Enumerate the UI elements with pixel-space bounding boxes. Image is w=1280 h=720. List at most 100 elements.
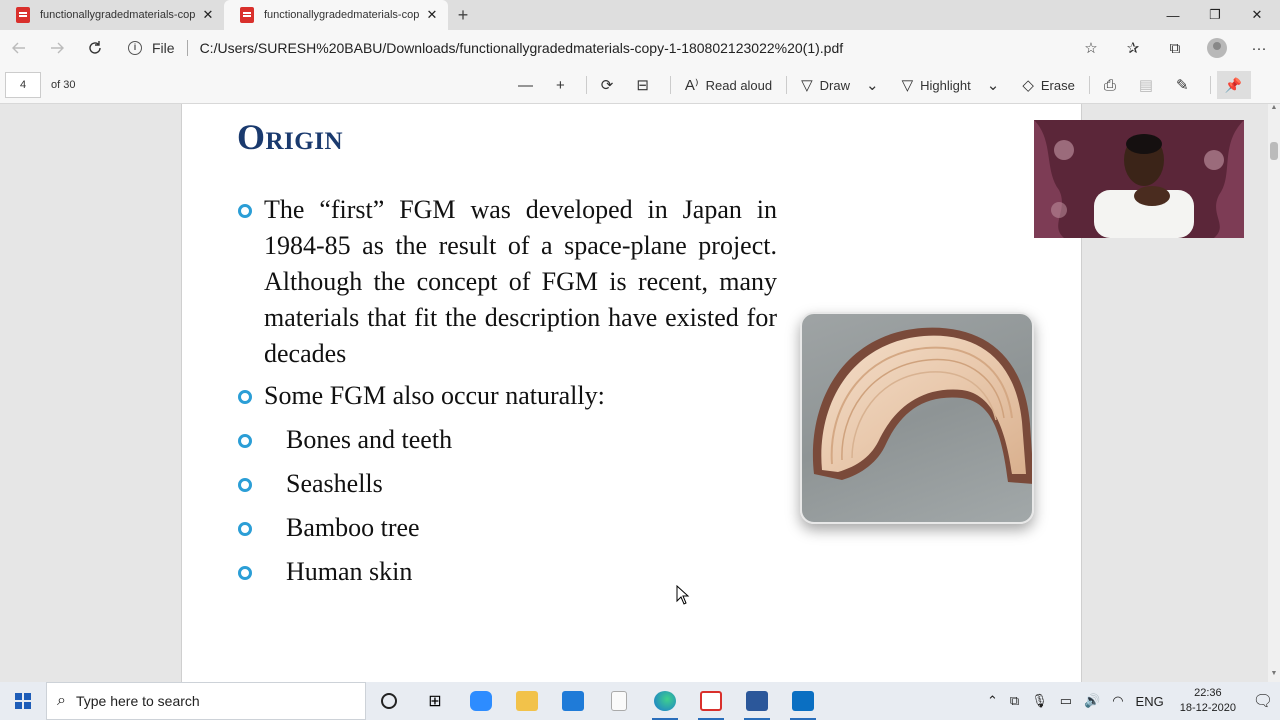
restore-button[interactable]: ❐: [1194, 0, 1236, 30]
volume-icon[interactable]: 🔊: [1078, 693, 1106, 709]
tab-close-icon[interactable]: ✕: [200, 7, 216, 23]
scroll-thumb[interactable]: [1270, 142, 1278, 160]
draw-dropdown[interactable]: ⌄: [858, 66, 894, 104]
vertical-scrollbar[interactable]: ▲ ▼: [1268, 104, 1280, 682]
list-item: Some FGM also occur naturally:: [237, 378, 777, 414]
divider: [186, 40, 188, 56]
zoom-app-button[interactable]: [458, 682, 504, 720]
microphone-icon[interactable]: 🎙: [1025, 693, 1054, 709]
clock[interactable]: 22:36 18-12-2020: [1170, 686, 1246, 716]
erase-label: Erase: [1040, 77, 1075, 93]
meet-now-icon[interactable]: ⧉: [1004, 693, 1025, 709]
bullet-list: The “first” FGM was developed in Japan i…: [237, 192, 777, 590]
chevron-down-icon: ⌄: [866, 77, 879, 94]
refresh-button[interactable]: [76, 30, 114, 66]
fit-page-button[interactable]: ⊟: [628, 66, 664, 104]
task-view-button[interactable]: ⊞: [412, 682, 458, 720]
save-button[interactable]: ▤: [1131, 66, 1168, 104]
back-button[interactable]: [0, 30, 38, 66]
bullet-text: Bamboo tree: [286, 513, 420, 542]
bullet-icon: [238, 434, 252, 448]
more-menu-icon[interactable]: ···: [1238, 40, 1280, 57]
folder-icon: [516, 691, 538, 711]
highlight-dropdown[interactable]: ⌄: [979, 66, 1015, 104]
draw-label: Draw: [819, 77, 851, 93]
task-view-icon: ⊞: [428, 693, 442, 710]
address-bar: i File C:/Users/SURESH%20BABU/Downloads/…: [0, 30, 1280, 66]
wifi-icon[interactable]: ◠: [1106, 693, 1129, 709]
divider: [1209, 76, 1211, 94]
rotate-button[interactable]: ⟳: [593, 66, 629, 104]
bullet-icon: [238, 522, 252, 536]
language-indicator[interactable]: ENG: [1130, 694, 1170, 709]
taskbar-search[interactable]: ⌕ Type here to search: [46, 682, 366, 720]
pin-toolbar-button[interactable]: 📌: [1216, 71, 1251, 99]
tab-2[interactable]: functionallygradedmaterials-cop ✕: [224, 0, 448, 30]
tab-close-icon[interactable]: ✕: [424, 7, 440, 23]
divider: [786, 76, 788, 94]
fgm-sample-image: [800, 312, 1034, 524]
notepad-button[interactable]: [596, 682, 642, 720]
read-aloud-icon: A⁾: [684, 77, 699, 94]
start-button[interactable]: [0, 682, 46, 720]
draw-button[interactable]: ▽ Draw: [793, 66, 858, 104]
new-tab-button[interactable]: +: [448, 0, 478, 30]
edge-button[interactable]: [642, 682, 688, 720]
page-total: of 30: [51, 78, 76, 91]
mail-button[interactable]: [550, 682, 596, 720]
site-info[interactable]: i File: [128, 40, 175, 56]
fit-page-icon: ⊟: [636, 77, 649, 94]
back-arrow-icon: [12, 42, 25, 54]
chevron-down-icon: ⌄: [986, 77, 1000, 94]
read-aloud-button[interactable]: A⁾ Read aloud: [677, 66, 780, 104]
address-actions: ☆ ✰ ⧉ ···: [1070, 30, 1280, 66]
pdf-viewer[interactable]: Origin The “first” FGM was developed in …: [0, 104, 1268, 682]
notification-icon[interactable]: 🗨: [1246, 691, 1280, 711]
save-icon: ▤: [1138, 77, 1154, 94]
tab-1[interactable]: functionallygradedmaterials-cop ✕: [0, 0, 224, 30]
clock-time: 22:36: [1194, 687, 1222, 699]
favorite-star-icon[interactable]: ☆: [1070, 39, 1112, 57]
pdf-icon: [16, 7, 30, 23]
bullet-text: Some FGM also occur naturally:: [264, 381, 605, 410]
print-button[interactable]: ⎙: [1096, 66, 1131, 104]
acrobat-button[interactable]: [688, 682, 734, 720]
rotate-icon: ⟳: [600, 77, 614, 94]
word-button[interactable]: [734, 682, 780, 720]
cortana-button[interactable]: [366, 682, 412, 720]
eraser-icon: ◇: [1022, 77, 1034, 94]
save-as-button[interactable]: ✎: [1168, 66, 1204, 104]
cortana-icon: [381, 693, 397, 709]
zoom-out-button[interactable]: —: [510, 66, 548, 104]
plus-icon: +: [556, 76, 565, 94]
divider: [585, 76, 587, 94]
highlight-label: Highlight: [920, 77, 971, 93]
profile-avatar[interactable]: [1207, 38, 1227, 58]
pdf-icon: [240, 7, 254, 23]
tab-strip: functionallygradedmaterials-cop ✕ functi…: [0, 0, 1280, 30]
url-input[interactable]: C:/Users/SURESH%20BABU/Downloads/functio…: [200, 40, 844, 56]
close-window-button[interactable]: ✕: [1236, 0, 1278, 30]
divider: [669, 76, 671, 94]
favorites-icon[interactable]: ✰: [1112, 39, 1154, 57]
highlight-icon: ▽: [901, 77, 914, 94]
chevron-up-icon[interactable]: ⌃: [981, 693, 1004, 709]
minimize-button[interactable]: —: [1152, 0, 1194, 30]
bullet-icon: [238, 478, 252, 492]
erase-button[interactable]: ◇ Erase: [1014, 66, 1083, 104]
search-placeholder: Type here to search: [75, 693, 200, 709]
forward-button[interactable]: [38, 30, 76, 66]
forward-arrow-icon: [51, 42, 64, 54]
highlight-button[interactable]: ▽ Highlight: [894, 66, 979, 104]
scroll-down-icon[interactable]: ▼: [1268, 670, 1280, 682]
webcam-overlay: [1034, 120, 1244, 238]
collections-icon[interactable]: ⧉: [1154, 40, 1196, 57]
zoom-in-button[interactable]: +: [548, 66, 580, 104]
bullet-text: Bones and teeth: [286, 425, 453, 454]
scroll-up-icon[interactable]: ▲: [1268, 104, 1280, 116]
file-explorer-button[interactable]: [504, 682, 550, 720]
page-number-input[interactable]: 4: [5, 71, 41, 98]
list-item: Human skin: [237, 554, 777, 590]
media-player-button[interactable]: [780, 682, 826, 720]
battery-icon[interactable]: ▭: [1054, 693, 1078, 709]
